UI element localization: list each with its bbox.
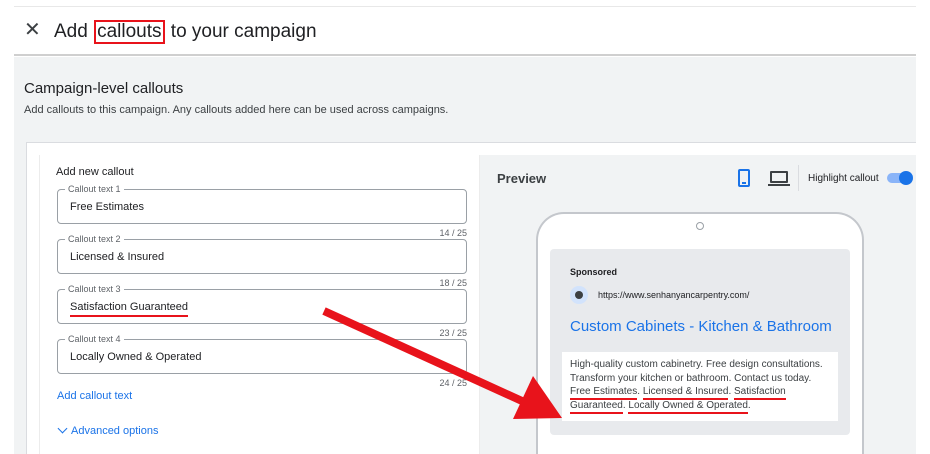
arrow-shaft [322, 307, 524, 405]
annotation-arrow [322, 307, 562, 419]
